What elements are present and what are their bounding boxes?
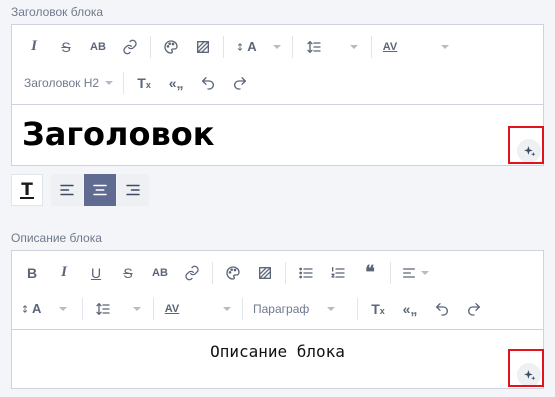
description-text: Описание блока — [210, 342, 345, 361]
uppercase-button[interactable]: AB — [144, 259, 176, 287]
line-height-icon — [96, 302, 110, 315]
background-color-button[interactable] — [249, 259, 281, 287]
redo-button[interactable] — [224, 69, 256, 97]
description-content-area[interactable]: Описание блока — [12, 329, 543, 388]
blockquote-button[interactable]: ❝ — [354, 259, 386, 287]
bold-button[interactable]: B — [16, 259, 48, 287]
separator — [212, 261, 213, 284]
background-color-button[interactable] — [187, 33, 219, 61]
link-button[interactable] — [114, 33, 146, 61]
align-right-button[interactable] — [117, 174, 149, 206]
clear-format-button[interactable]: Tx — [128, 69, 160, 97]
uppercase-button[interactable]: AB — [82, 33, 114, 61]
line-height-icon — [307, 40, 321, 53]
palette-icon — [226, 265, 240, 280]
font-size-icon — [238, 42, 243, 51]
text-style-button[interactable]: T — [11, 174, 43, 206]
align-left-icon — [403, 267, 415, 278]
heading-level-select[interactable]: Заголовок H2 — [24, 69, 114, 97]
redo-icon — [234, 76, 247, 90]
hatched-square-icon — [197, 40, 209, 53]
separator — [390, 261, 391, 284]
alignment-select[interactable] — [395, 259, 435, 287]
paragraph-select[interactable]: Параграф — [253, 295, 353, 323]
description-toolbar-row-1: B I U S AB ❝ — [12, 255, 543, 290]
separator — [150, 35, 151, 58]
align-right-icon — [126, 184, 140, 196]
redo-button[interactable] — [458, 295, 490, 323]
strikethrough-button[interactable]: S — [50, 33, 82, 61]
font-size-select[interactable]: A — [20, 295, 78, 323]
strikethrough-button[interactable]: S — [112, 259, 144, 287]
separator — [223, 35, 224, 58]
undo-icon — [436, 302, 448, 316]
block-title-label: Заголовок блока — [11, 5, 104, 19]
quotes-button[interactable]: «„ — [160, 69, 192, 97]
numbered-list-icon — [331, 266, 345, 278]
link-icon — [185, 265, 199, 280]
quotes-button[interactable]: «„ — [394, 295, 426, 323]
separator — [357, 297, 358, 320]
block-description-label: Описание блока — [11, 231, 102, 245]
separator — [242, 297, 243, 320]
align-left-button[interactable] — [51, 174, 83, 206]
letter-spacing-select[interactable]: AV — [376, 33, 456, 61]
line-height-select[interactable] — [297, 33, 367, 61]
numbered-list-button[interactable] — [322, 259, 354, 287]
letter-spacing-select[interactable]: AV — [158, 295, 238, 323]
link-button[interactable] — [176, 259, 208, 287]
title-content-area[interactable]: Заголовок — [12, 104, 543, 165]
undo-button[interactable] — [192, 69, 224, 97]
bulleted-list-icon — [299, 267, 313, 278]
underline-button[interactable]: U — [80, 259, 112, 287]
description-toolbar-row-2: A AV Параграф Tx «„ — [12, 291, 543, 326]
separator — [153, 297, 154, 320]
link-icon — [123, 39, 137, 54]
italic-button[interactable]: I — [48, 259, 80, 287]
title-editor: I S AB A AV Заголовок H2 Tx «„ Заголовок — [11, 24, 544, 166]
redo-icon — [468, 302, 480, 316]
separator — [292, 35, 293, 58]
align-center-icon — [93, 184, 107, 196]
font-size-select[interactable]: A — [228, 33, 288, 61]
separator — [82, 297, 83, 320]
hatched-square-icon — [259, 266, 271, 279]
title-toolbar-row-2: Заголовок H2 Tx «„ — [12, 65, 543, 100]
description-editor: B I U S AB ❝ A AV Параграф Tx «„ Описани… — [11, 250, 544, 389]
align-center-button[interactable] — [84, 174, 116, 206]
color-palette-button[interactable] — [155, 33, 187, 61]
palette-icon — [164, 39, 178, 54]
separator — [285, 261, 286, 284]
undo-button[interactable] — [426, 295, 458, 323]
color-palette-button[interactable] — [217, 259, 249, 287]
ai-button-highlight — [508, 126, 544, 164]
title-text: Заголовок — [22, 115, 215, 153]
title-toolbar-row-1: I S AB A AV — [12, 29, 543, 64]
align-left-icon — [60, 184, 74, 196]
bulleted-list-button[interactable] — [290, 259, 322, 287]
italic-button[interactable]: I — [18, 33, 50, 61]
undo-icon — [202, 76, 215, 90]
ai-button-highlight — [508, 349, 544, 387]
separator — [371, 35, 372, 58]
clear-format-button[interactable]: Tx — [362, 295, 394, 323]
line-height-select[interactable] — [87, 295, 149, 323]
font-size-icon — [22, 304, 28, 313]
separator — [123, 71, 125, 94]
